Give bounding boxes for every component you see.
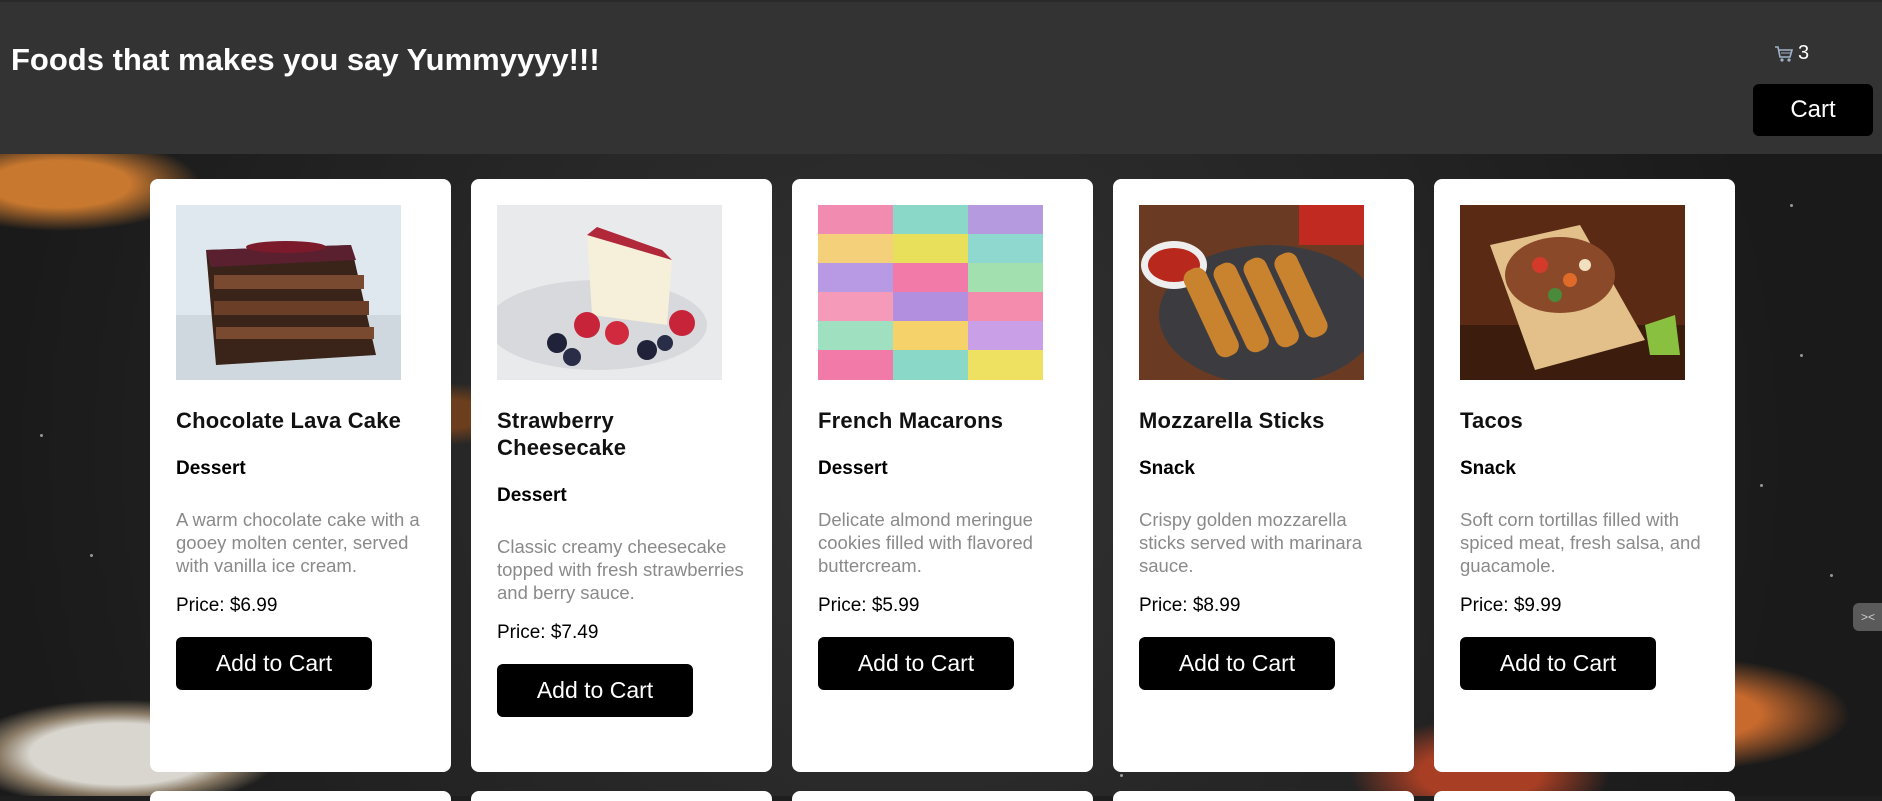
product-category: Snack (1460, 458, 1516, 479)
cart-counter: 3 (1774, 42, 1809, 65)
product-name: Strawberry Cheesecake (497, 408, 627, 460)
product-card: Tacos Snack Soft corn tortillas filled w… (1434, 179, 1735, 772)
add-to-cart-button[interactable]: Add to Cart (497, 664, 693, 717)
product-category: Snack (1139, 458, 1195, 479)
product-grid: Chocolate Lava Cake Dessert A warm choco… (150, 179, 1736, 799)
product-price: Price: $9.99 (1460, 595, 1562, 616)
product-name: Tacos (1460, 408, 1523, 433)
product-description: Classic creamy cheesecake topped with fr… (497, 536, 744, 603)
product-card-next-row (1434, 791, 1735, 801)
product-description: Delicate almond meringue cookies filled … (818, 509, 1033, 576)
french-macarons-photo (818, 205, 1043, 380)
product-card-next-row (471, 791, 772, 801)
mozzarella-sticks-photo (1139, 205, 1364, 380)
site-header: Foods that makes you say Yummyyyy!!! 3 C… (0, 0, 1882, 154)
product-card: French Macarons Dessert Delicate almond … (792, 179, 1093, 772)
product-name: French Macarons (818, 408, 1004, 433)
product-card: Chocolate Lava Cake Dessert A warm choco… (150, 179, 451, 772)
add-to-cart-button[interactable]: Add to Cart (818, 637, 1014, 690)
product-category: Dessert (818, 458, 888, 479)
strawberry-cheesecake-photo (497, 205, 722, 380)
product-name: Chocolate Lava Cake (176, 408, 402, 433)
cart-count-value: 3 (1798, 42, 1810, 64)
product-category: Dessert (176, 458, 246, 479)
product-card: Strawberry Cheesecake Dessert Classic cr… (471, 179, 772, 772)
product-description: Crispy golden mozzarella sticks served w… (1139, 509, 1363, 576)
add-to-cart-button[interactable]: Add to Cart (1460, 637, 1656, 690)
add-to-cart-button[interactable]: Add to Cart (176, 637, 372, 690)
product-card-next-row (150, 791, 451, 801)
tacos-photo (1460, 205, 1685, 380)
product-description: Soft corn tortillas filled with spiced m… (1460, 509, 1701, 576)
chocolate-lava-cake-photo (176, 205, 401, 380)
product-price: Price: $7.49 (497, 622, 599, 643)
product-price: Price: $8.99 (1139, 595, 1241, 616)
product-price: Price: $5.99 (818, 595, 920, 616)
shopping-cart-icon (1775, 45, 1794, 62)
product-card-next-row (1113, 791, 1414, 801)
side-panel-handle[interactable]: >< (1853, 603, 1882, 631)
product-category: Dessert (497, 485, 567, 506)
product-card: Mozzarella Sticks Snack Crispy golden mo… (1113, 179, 1414, 772)
product-description: A warm chocolate cake with a gooey molte… (176, 509, 420, 576)
product-card-next-row (792, 791, 1093, 801)
product-name: Mozzarella Sticks (1139, 408, 1325, 433)
site-title: Foods that makes you say Yummyyyy!!! (11, 42, 600, 77)
cart-button[interactable]: Cart (1753, 84, 1873, 136)
add-to-cart-button[interactable]: Add to Cart (1139, 637, 1335, 690)
product-price: Price: $6.99 (176, 595, 278, 616)
